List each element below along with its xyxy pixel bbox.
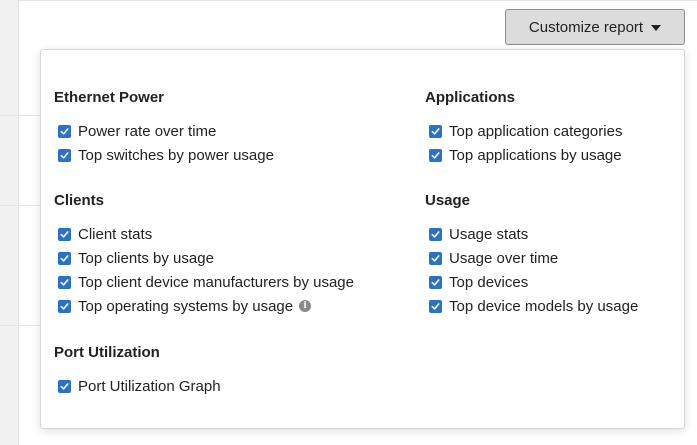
option-top-clients-by-usage[interactable]: Top clients by usage: [54, 246, 354, 270]
option-client-stats[interactable]: Client stats: [54, 222, 354, 246]
option-label: Top device models by usage: [449, 297, 639, 315]
section-title: Clients: [54, 192, 105, 209]
checkbox[interactable]: [58, 148, 71, 162]
option-list: Client stats Top clients by usage Top clie…: [54, 222, 354, 318]
option-top-switches-by-power-usage[interactable]: Top switches by power usage: [54, 143, 274, 167]
background-divider: [0, 205, 40, 206]
checkbox[interactable]: [429, 124, 442, 138]
checkbox[interactable]: [58, 299, 71, 313]
option-list: Port Utilization Graph: [54, 374, 221, 398]
caret-down-icon: [651, 24, 662, 31]
customize-report-label: Customize report: [528, 18, 644, 36]
section-title: Port Utilization: [54, 344, 160, 361]
section-port-utilization: Port Utilization Port Utilization Graph: [54, 342, 221, 398]
checkbox[interactable]: [58, 124, 71, 138]
option-top-devices[interactable]: Top devices: [425, 270, 638, 294]
option-usage-stats[interactable]: Usage stats: [425, 222, 638, 246]
option-top-applications-by-usage[interactable]: Top applications by usage: [425, 143, 622, 167]
section-applications: Applications Top application categories To…: [425, 87, 622, 167]
option-top-operating-systems-by-usage[interactable]: Top operating systems by usage i: [54, 294, 354, 318]
section-title: Applications: [425, 89, 516, 106]
checkbox[interactable]: [58, 251, 71, 265]
left-gutter: [0, 0, 19, 445]
option-label: Top switches by power usage: [78, 146, 274, 164]
top-divider: [18, 0, 697, 1]
option-top-application-categories[interactable]: Top application categories: [425, 119, 622, 143]
checkbox[interactable]: [429, 251, 442, 265]
option-label: Client stats: [78, 225, 153, 243]
option-label: Top devices: [449, 273, 529, 291]
option-label: Usage stats: [449, 225, 529, 243]
option-list: Power rate over time Top switches by powe…: [54, 119, 274, 167]
checkbox[interactable]: [429, 148, 442, 162]
option-label: Power rate over time: [78, 122, 217, 140]
section-usage: Usage Usage stats Usage over time Top devic…: [425, 190, 638, 318]
checkbox[interactable]: [58, 227, 71, 241]
option-list: Top application categories Top applicatio…: [425, 119, 622, 167]
option-top-client-device-manufacturers-by-usage[interactable]: Top client device manufacturers by usage: [54, 270, 354, 294]
option-power-rate-over-time[interactable]: Power rate over time: [54, 119, 274, 143]
section-title: Usage: [425, 192, 471, 209]
option-label: Port Utilization Graph: [78, 377, 221, 395]
checkbox[interactable]: [429, 275, 442, 289]
checkbox[interactable]: [429, 299, 442, 313]
checkbox[interactable]: [429, 227, 442, 241]
option-label: Top operating systems by usage: [78, 297, 294, 315]
option-list: Usage stats Usage over time Top devices Top…: [425, 222, 638, 318]
section-clients: Clients Client stats Top clients by usage T…: [54, 190, 354, 318]
info-icon[interactable]: i: [299, 300, 312, 312]
option-label: Top applications by usage: [449, 146, 622, 164]
option-top-device-models-by-usage[interactable]: Top device models by usage: [425, 294, 638, 318]
option-label: Top application categories: [449, 122, 623, 140]
checkbox[interactable]: [58, 379, 71, 393]
background-divider: [0, 325, 40, 326]
section-title: Ethernet Power: [54, 89, 165, 106]
option-port-utilization-graph[interactable]: Port Utilization Graph: [54, 374, 221, 398]
section-ethernet-power: Ethernet Power Power rate over time Top sw…: [54, 87, 274, 167]
customize-report-button[interactable]: Customize report: [505, 9, 685, 45]
option-label: Top client device manufacturers by usage: [78, 273, 354, 291]
option-label: Top clients by usage: [78, 249, 214, 267]
customize-report-dropdown: Ethernet Power Power rate over time Top sw…: [40, 49, 685, 429]
option-label: Usage over time: [449, 249, 559, 267]
checkbox[interactable]: [58, 275, 71, 289]
option-usage-over-time[interactable]: Usage over time: [425, 246, 638, 270]
background-divider: [0, 115, 40, 116]
